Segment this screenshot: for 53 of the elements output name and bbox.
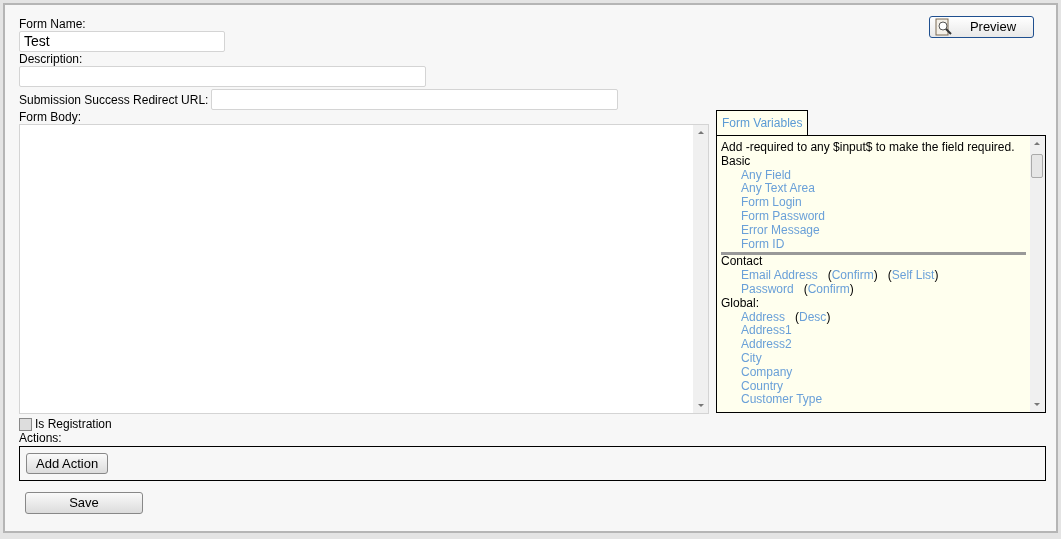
variable-link[interactable]: Form Login [741, 196, 802, 210]
paren: ) [826, 310, 831, 325]
paren: ) [873, 269, 878, 283]
variable-link[interactable]: Error Message [741, 223, 820, 238]
group-heading: Contact [721, 255, 764, 270]
form-name-input[interactable]: Test [19, 31, 225, 52]
variable-link[interactable]: Password [741, 282, 794, 297]
preview-button[interactable]: Preview [929, 16, 1034, 38]
variable-link[interactable]: Form ID [741, 237, 785, 252]
variable-link[interactable]: Confirm [831, 269, 874, 283]
variable-link[interactable]: Address [741, 310, 786, 325]
paren: ( [887, 269, 892, 283]
scroll-thumb[interactable] [1031, 154, 1043, 178]
paren: ) [934, 269, 939, 283]
variable-link[interactable]: Confirm [807, 282, 850, 297]
magnifier-document-icon [935, 18, 953, 36]
paren: ( [795, 310, 800, 325]
variable-link[interactable]: Any Text Area [741, 182, 815, 197]
field-label: Actions: [19, 431, 63, 445]
variable-link[interactable]: Customer Type [741, 393, 823, 408]
hint-text: Add -required to any $input$ to make the field required. [721, 141, 1016, 155]
variable-link[interactable]: Country [741, 379, 784, 394]
add-action-button[interactable]: Add Action [26, 453, 109, 474]
scrollbar[interactable] [693, 125, 708, 413]
variable-link[interactable]: Any Field [741, 168, 792, 183]
group-heading: Global: [721, 296, 761, 311]
variable-link[interactable]: Desc [799, 310, 827, 325]
scroll-down-icon[interactable] [697, 404, 704, 407]
field-label: Submission Success Redirect URL: [19, 91, 209, 109]
scroll-down-icon[interactable] [1034, 403, 1040, 406]
form-variables-tab[interactable]: Form Variables [716, 110, 809, 135]
field-label: Description: [19, 52, 84, 66]
paren: ( [803, 282, 808, 297]
redirect-url-input[interactable] [211, 89, 619, 110]
scrollbar[interactable] [1030, 136, 1045, 412]
field-label: Form Name: [19, 17, 86, 31]
group-heading: Basic [721, 154, 751, 169]
paren: ) [849, 282, 854, 297]
variable-link[interactable]: City [741, 351, 762, 366]
variable-link[interactable]: Address2 [741, 338, 792, 352]
scroll-up-icon[interactable] [1034, 142, 1040, 145]
field-label: Form Body: [19, 110, 82, 124]
description-input[interactable] [19, 66, 426, 87]
variable-link[interactable]: Form Password [741, 210, 826, 224]
scroll-up-icon[interactable] [697, 131, 704, 134]
variable-link[interactable]: Email Address [741, 269, 818, 283]
variable-link[interactable]: Address1 [741, 324, 792, 339]
variable-link[interactable]: Self List [891, 269, 935, 283]
paren: ( [827, 269, 832, 283]
checkbox-label: Is Registration [35, 417, 112, 431]
save-button[interactable]: Save [25, 492, 143, 514]
variable-link[interactable]: Company [741, 365, 793, 380]
checkbox[interactable] [19, 417, 32, 431]
